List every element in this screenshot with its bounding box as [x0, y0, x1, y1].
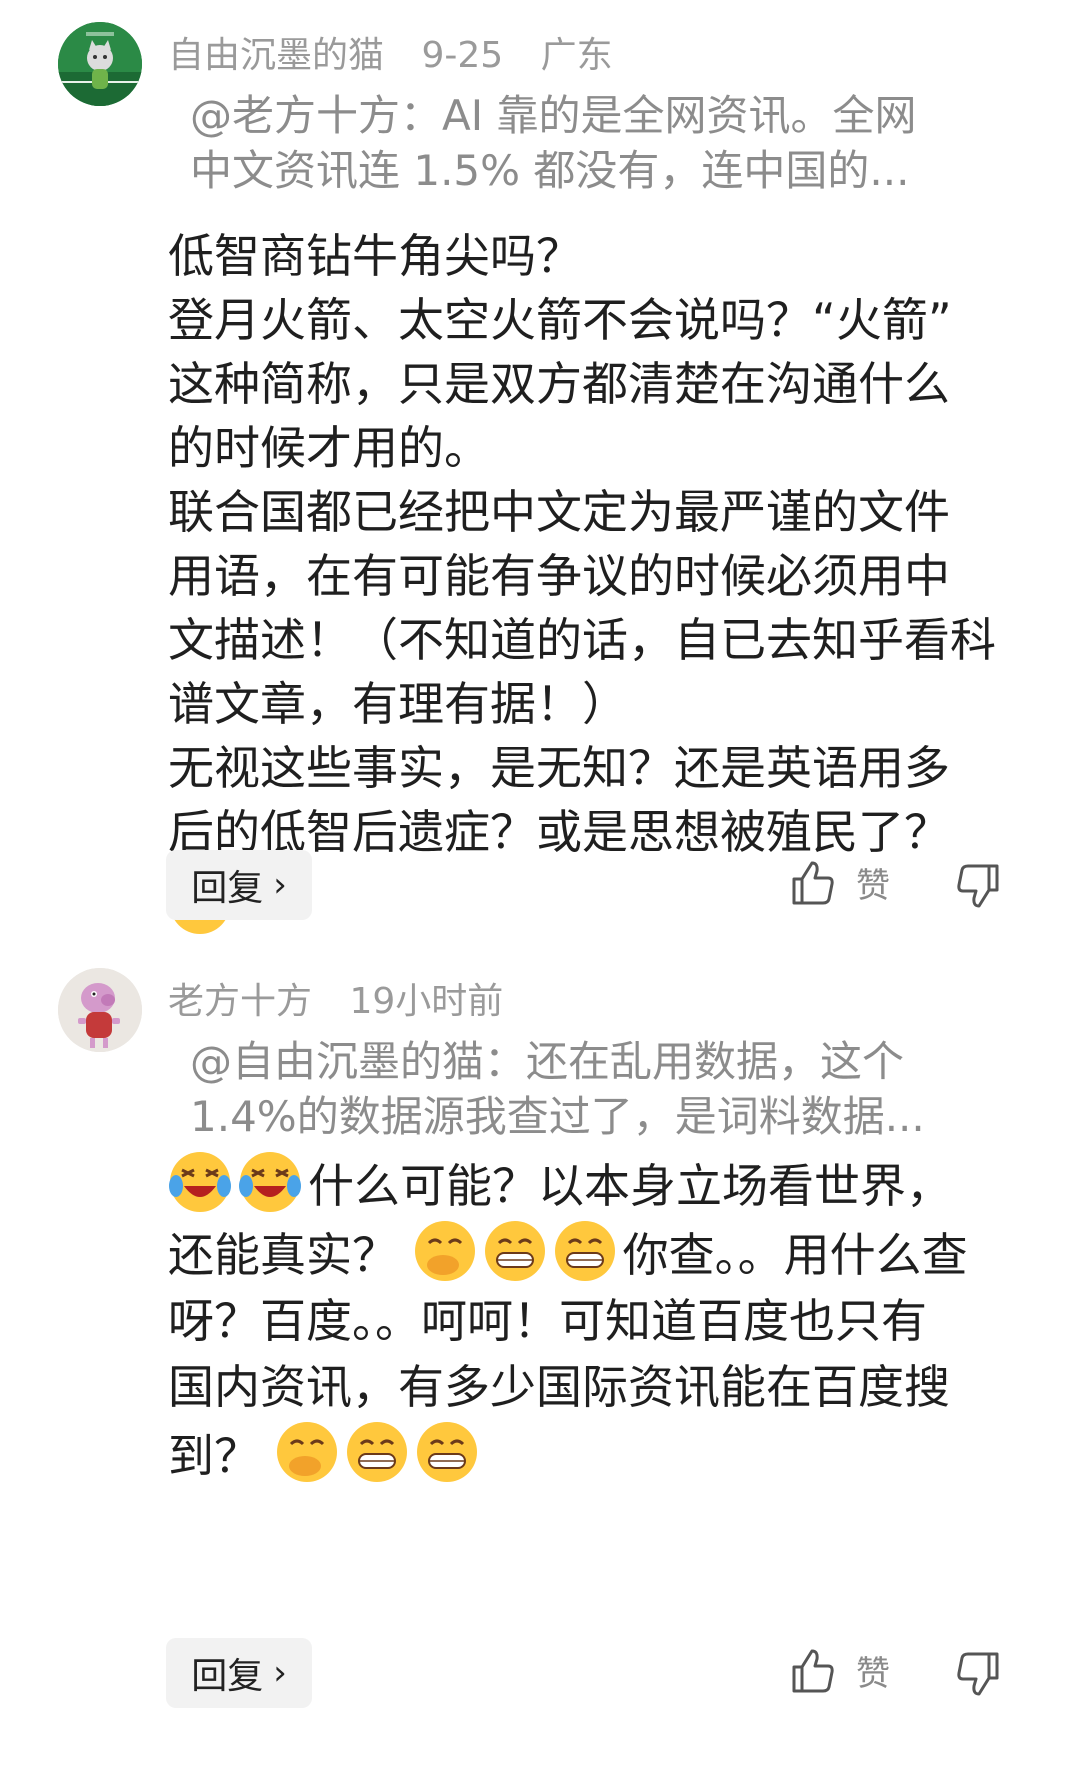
quote-line: 中文资讯连 1.5% 都没有，连中国的... [190, 146, 910, 195]
avatar[interactable] [58, 22, 142, 106]
body-line: 谱文章，有理有据！） [168, 677, 628, 731]
cat-avatar-icon [58, 22, 142, 106]
avatar[interactable] [58, 968, 142, 1052]
body-line: 无视这些事实，是无知？还是英语用多 [168, 741, 950, 795]
body-line: 这种简称，只是双方都清楚在沟通什么 [168, 357, 950, 411]
chevron-right-icon: › [273, 865, 287, 905]
body-text: 什么可能？以本身立场看世界， [308, 1159, 952, 1213]
quoted-reply[interactable]: @老方十方：AI 靠的是全网资讯。全网 中文资讯连 1.5% 都没有，连中国的.… [190, 88, 980, 198]
body-line: 的时候才用的。 [168, 421, 490, 475]
crying-laughing-emoji-icon [169, 1152, 231, 1212]
face-with-hand-over-mouth-emoji-icon [414, 1221, 475, 1281]
author-name[interactable]: 老方十方 [168, 981, 312, 1022]
body-line: 呀？百度。。呵呵！可知道百度也只有 [168, 1294, 927, 1348]
thumbs-down-icon [957, 864, 999, 908]
thumbs-up-icon [792, 861, 834, 904]
body-line: 联合国都已经把中文定为最严谨的文件 [168, 485, 950, 539]
grinning-teeth-emoji-icon [484, 1221, 545, 1281]
comment-date: 9-25 [421, 35, 504, 76]
quote-line: @自由沉墨的猫：还在乱用数据，这个 [190, 1037, 905, 1086]
crying-laughing-emoji-icon [239, 1152, 301, 1212]
like-button[interactable]: 赞 [790, 858, 890, 907]
thumbs-down-icon [957, 1652, 999, 1696]
comment-meta: 老方十方 19小时前 [168, 972, 529, 1024]
body-line: 国内资讯，有多少国际资讯能在百度搜 [168, 1360, 950, 1414]
pig-avatar-icon [58, 968, 142, 1052]
quote-line: 1.4%的数据源我查过了，是词料数据... [190, 1092, 925, 1141]
body-line: 用语，在有可能有争议的时候必须用中 [168, 549, 950, 603]
reply-label: 回复 [191, 868, 264, 909]
dislike-button[interactable] [955, 862, 1001, 914]
like-label: 赞 [856, 1654, 890, 1694]
thumbs-up-icon [792, 1649, 834, 1692]
comment-meta: 自由沉墨的猫 9-25 广东 [168, 26, 639, 78]
comment-body: 低智商钻牛角尖吗？ 登月火箭、太空火箭不会说吗？“火箭” 这种简称，只是双方都清… [168, 224, 1008, 940]
comment-body: 什么可能？以本身立场看世界， 还能真实？ 你查。。用什么查 呀？百度。。呵呵！可… [168, 1150, 1008, 1489]
like-button[interactable]: 赞 [790, 1646, 890, 1695]
chevron-right-icon: › [273, 1653, 287, 1693]
body-text: 到？ [168, 1429, 260, 1483]
body-text: 还能真实？ [168, 1228, 398, 1282]
grinning-teeth-emoji-icon [416, 1422, 477, 1482]
body-text: 你查。。用什么查 [622, 1228, 968, 1282]
body-line: 登月火箭、太空火箭不会说吗？“火箭” [168, 293, 952, 347]
comment-location: 广东 [540, 35, 613, 76]
author-name[interactable]: 自由沉墨的猫 [168, 35, 384, 76]
grinning-teeth-emoji-icon [346, 1422, 407, 1482]
quoted-reply[interactable]: @自由沉墨的猫：还在乱用数据，这个 1.4%的数据源我查过了，是词料数据... [190, 1034, 980, 1144]
body-line: 低智商钻牛角尖吗？ [168, 229, 582, 283]
body-line: 文描述！（不知道的话，自已去知乎看科 [168, 613, 996, 667]
face-with-hand-over-mouth-emoji-icon [276, 1422, 337, 1482]
quote-line: @老方十方：AI 靠的是全网资讯。全网 [190, 91, 917, 140]
reply-button[interactable]: 回复 › [166, 1638, 312, 1708]
comment-date: 19小时前 [349, 981, 504, 1022]
grinning-teeth-emoji-icon [554, 1221, 615, 1281]
reply-button[interactable]: 回复 › [166, 850, 312, 920]
like-label: 赞 [856, 866, 890, 906]
reply-label: 回复 [191, 1656, 264, 1697]
dislike-button[interactable] [955, 1650, 1001, 1702]
